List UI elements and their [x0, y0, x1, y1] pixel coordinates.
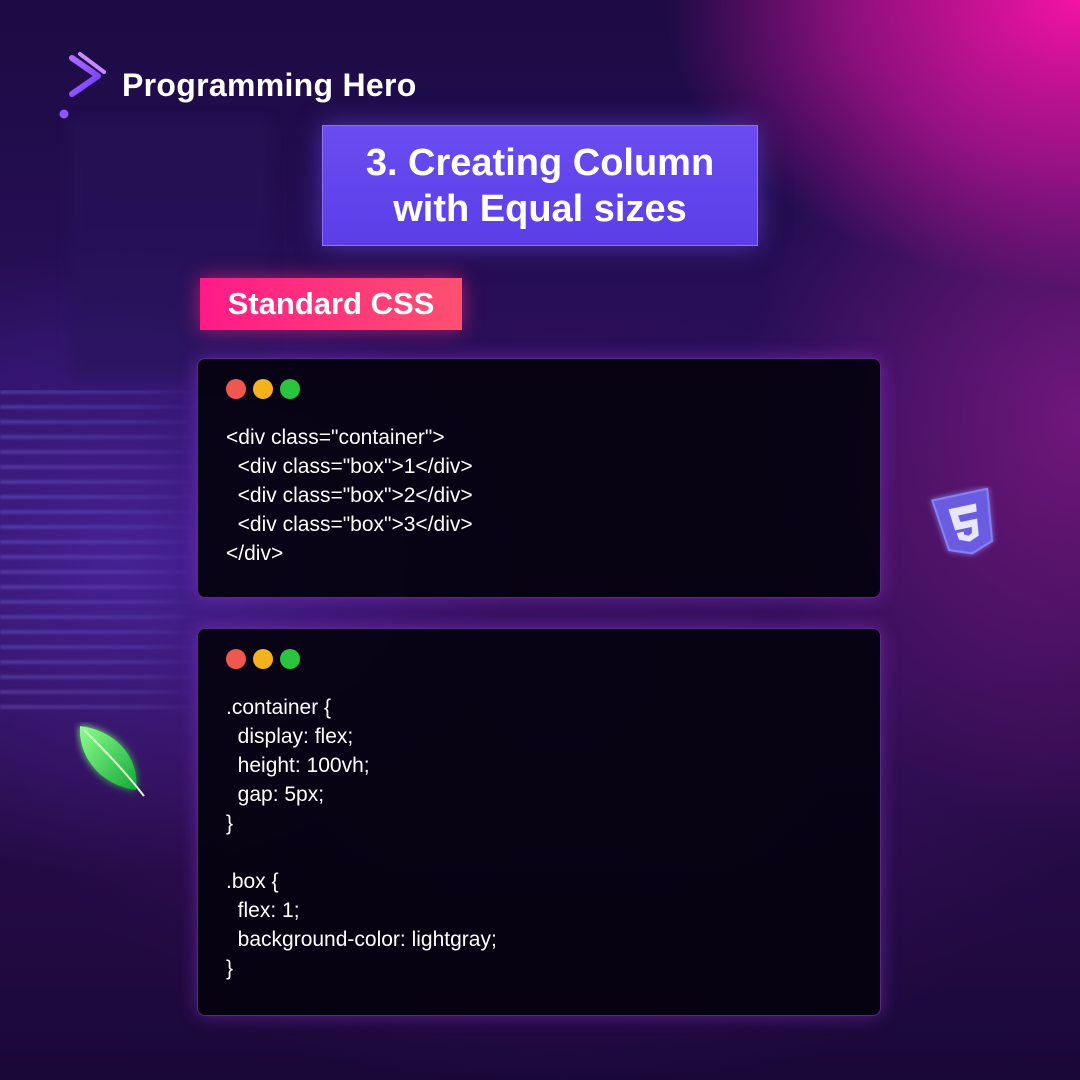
minimize-dot: [253, 649, 273, 669]
programming-hero-logo-icon: [59, 52, 106, 119]
section-tag: Standard CSS: [200, 278, 462, 330]
window-controls: [226, 649, 300, 669]
close-dot: [226, 379, 246, 399]
html-code-panel: <div class="container"> <div class="box"…: [197, 358, 881, 598]
maximize-dot: [280, 649, 300, 669]
brand-logo: Programming Hero: [58, 50, 417, 120]
css-code-panel: .container { display: flex; height: 100v…: [197, 628, 881, 1016]
minimize-dot: [253, 379, 273, 399]
html-code: <div class="container"> <div class="box"…: [226, 426, 473, 565]
maximize-dot: [280, 379, 300, 399]
close-dot: [226, 649, 246, 669]
window-controls: [226, 379, 300, 399]
css3-shield-icon: [931, 487, 994, 555]
page-title: 3. Creating Column with Equal sizes: [365, 141, 715, 230]
background-monitor: [70, 120, 270, 380]
background-code-lines: [0, 390, 200, 710]
mongodb-leaf-icon: [79, 726, 145, 797]
css-code: .container { display: flex; height: 100v…: [226, 696, 497, 980]
title-banner: 3. Creating Column with Equal sizes: [322, 125, 758, 246]
brand-name: Programming Hero: [122, 66, 417, 103]
